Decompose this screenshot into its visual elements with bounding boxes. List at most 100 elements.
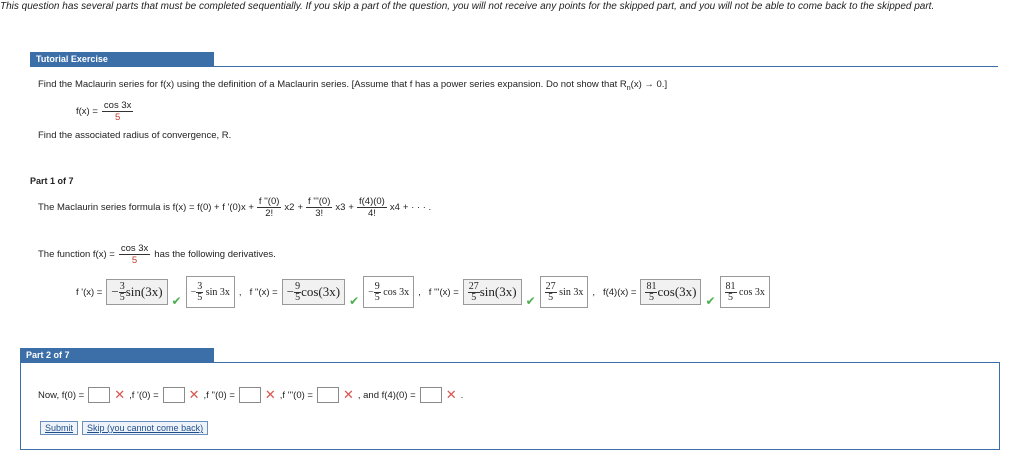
deriv-given-fraction: 95 <box>373 280 381 303</box>
checkmark-icon: ✔ <box>525 294 536 308</box>
formula-prefix: The Maclaurin series formula is f(x) = f… <box>38 202 254 213</box>
deriv-given-box: −3 5 sin 3x <box>185 276 235 308</box>
f4-label: , and f(4)(0) = <box>357 389 416 401</box>
problem-text: Find the Maclaurin series for f(x) using… <box>38 79 667 92</box>
deriv-given-func: sin 3x <box>559 286 584 298</box>
term3-den: 3! <box>315 208 324 219</box>
f2-cross-icon: ✕ <box>264 387 276 402</box>
deriv-given-fraction: 35 <box>196 280 204 303</box>
deriv-given-func: cos 3x <box>383 286 410 298</box>
term3-fraction: f '''(0) 3! <box>306 196 333 219</box>
fx-denominator: 5 <box>114 112 121 123</box>
deriv-answer-sign: − <box>286 284 295 299</box>
tutorial-rule <box>30 66 998 67</box>
tutorial-exercise-tab: Tutorial Exercise <box>30 52 214 66</box>
deriv-label: f '(x) = <box>76 286 103 298</box>
deriv-answer-den: 5 <box>119 291 125 303</box>
deriv-answer-fraction: 81 5 <box>645 280 658 303</box>
deriv-given-box: 27 5 sin 3x <box>539 276 589 308</box>
deriv-given-fraction: 81 5 <box>724 280 737 303</box>
term4-den: 4! <box>367 208 376 219</box>
deriv-answer-num: 9 <box>294 280 302 293</box>
plus-sign: + <box>348 202 354 213</box>
deriv-answer-den: 5 <box>471 291 477 303</box>
deriv-given-den: 5 <box>197 291 203 303</box>
part1-label: Part 1 of 7 <box>30 176 74 186</box>
deriv-answer-box[interactable]: −9 5 cos(3x) <box>281 279 346 305</box>
f1-cross-icon: ✕ <box>188 387 200 402</box>
f4-input[interactable] <box>419 387 442 403</box>
deriv-answer-num: 27 <box>467 280 480 293</box>
problem-text-tail: (x) → 0.] <box>630 79 668 90</box>
term2-den: 2! <box>265 208 274 219</box>
f0-label: Now, f(0) = <box>38 389 85 401</box>
checkmark-icon: ✔ <box>349 294 360 308</box>
f4-cross-icon: ✕ <box>445 387 457 402</box>
deriv-answer-box[interactable]: −3 5 sin(3x) <box>106 279 168 305</box>
deriv-answer-func: cos(3x) <box>301 284 341 299</box>
f3-input[interactable] <box>316 387 339 403</box>
part2-tab: Part 2 of 7 <box>20 348 214 362</box>
function-fraction: cos 3x 5 <box>118 243 151 266</box>
deriv-answer-num: 3 <box>118 280 126 293</box>
term3-num: f '''(0) <box>306 196 333 208</box>
term2-power: x2 <box>284 202 295 213</box>
term3-power: x3 <box>335 202 346 213</box>
comma-separator: , <box>592 286 595 298</box>
formula-tail: + · · · . <box>402 202 432 213</box>
deriv-given-fraction: 27 5 <box>544 280 557 303</box>
deriv-label: f(4)(x) = <box>602 286 637 298</box>
deriv-answer-den: 5 <box>295 291 301 303</box>
deriv-answer-sign: − <box>111 284 119 299</box>
function-prefix: The function f(x) = <box>38 249 115 260</box>
deriv-answer-num: 81 <box>645 280 658 293</box>
deriv-answer-fraction: 35 <box>118 280 126 303</box>
f3-label: ,f '''(0) = <box>279 389 313 401</box>
deriv-given-den: 5 <box>548 291 554 303</box>
f1-label: ,f '(0) = <box>129 389 159 401</box>
deriv-given-box: −9 5 cos 3x <box>363 276 415 308</box>
maclaurin-formula: The Maclaurin series formula is f(x) = f… <box>38 196 431 219</box>
deriv-label: f '''(x) = <box>428 286 459 298</box>
term2-fraction: f ''(0) 2! <box>256 196 282 219</box>
sequential-notice: This question has several parts that mus… <box>0 1 935 12</box>
deriv-given-num: 27 <box>544 280 557 293</box>
f2-input[interactable] <box>238 387 261 403</box>
term4-power: x4 <box>389 202 400 213</box>
checkmark-icon: ✔ <box>171 294 182 308</box>
deriv-answer-den: 5 <box>648 291 654 303</box>
fx-label: f(x) = <box>76 106 98 117</box>
deriv-given-num: 9 <box>373 280 381 293</box>
skip-button[interactable]: Skip (you cannot come back) <box>82 421 209 435</box>
deriv-given-box: 81 5 cos 3x <box>719 276 770 308</box>
deriv-label: f ''(x) = <box>249 286 278 298</box>
deriv-answer-box[interactable]: 81 5 cos(3x) <box>640 279 702 305</box>
deriv-answer-func: cos(3x) <box>657 284 697 299</box>
submit-button[interactable]: Submit <box>40 421 79 435</box>
term2-num: f ''(0) <box>256 196 282 208</box>
fx-definition: f(x) = cos 3x 5 <box>76 100 134 123</box>
part2-buttons: Submit Skip (you cannot come back) <box>40 421 209 435</box>
term4-fraction: f(4)(0) 4! <box>356 196 387 219</box>
f2-label: ,f ''(0) = <box>203 389 235 401</box>
function-statement: The function f(x) = cos 3x 5 has the fol… <box>38 243 276 266</box>
function-num: cos 3x <box>118 243 151 255</box>
comma-separator: , <box>418 286 421 298</box>
fx-numerator: cos 3x <box>101 100 134 112</box>
deriv-given-func: sin 3x <box>205 286 230 298</box>
f-end-period: . <box>460 389 464 401</box>
fx-fraction: cos 3x 5 <box>101 100 134 123</box>
deriv-answer-box[interactable]: 27 5 sin(3x) <box>462 279 522 305</box>
deriv-given-num: 81 <box>724 280 737 293</box>
deriv-given-num: 3 <box>196 280 204 293</box>
term4-num: f(4)(0) <box>356 196 387 208</box>
part2-answers: Now, f(0) = ✕ ,f '(0) = ✕ ,f ''(0) = ✕ ,… <box>38 387 463 403</box>
function-den: 5 <box>131 255 138 266</box>
f1-input[interactable] <box>162 387 185 403</box>
derivatives-row: f '(x) = −3 5 sin(3x) ✔ −3 5 sin 3x, f ''(x) = −… <box>76 276 770 308</box>
deriv-answer-func: sin(3x) <box>479 284 517 299</box>
deriv-answer-func: sin(3x) <box>125 284 163 299</box>
f0-input[interactable] <box>88 387 111 403</box>
f3-cross-icon: ✕ <box>342 387 354 402</box>
plus-sign: + <box>297 202 304 213</box>
